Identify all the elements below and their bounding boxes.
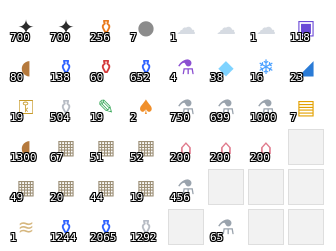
item-quantity: 19 bbox=[130, 191, 144, 204]
item-quantity: 1 bbox=[10, 231, 17, 244]
inventory-slot[interactable]: ⚱ 256 bbox=[88, 9, 124, 45]
item-quantity: 1244 bbox=[50, 231, 77, 244]
item-quantity: 44 bbox=[90, 191, 104, 204]
inventory-slot[interactable]: ● 7 bbox=[128, 9, 164, 45]
inventory-slot[interactable]: ⚱ 1292 bbox=[128, 209, 164, 245]
inventory-slot[interactable]: ⚗ 699 bbox=[208, 89, 244, 125]
item-quantity: 20 bbox=[50, 191, 64, 204]
item-quantity: 118 bbox=[290, 31, 310, 44]
item-quantity: 19 bbox=[90, 111, 104, 124]
item-quantity: 1000 bbox=[250, 111, 277, 124]
item-quantity: 200 bbox=[210, 151, 230, 164]
inventory-slot[interactable]: ⚗ 65 bbox=[208, 209, 244, 245]
inventory-slot[interactable]: ◖ 80 bbox=[8, 49, 44, 85]
item-quantity: 200 bbox=[170, 151, 190, 164]
inventory-slot[interactable]: ⚱ 60 bbox=[88, 49, 124, 85]
item-quantity: 19 bbox=[10, 111, 24, 124]
cloud-icon: ☁ bbox=[216, 15, 236, 39]
item-quantity: 49 bbox=[10, 191, 24, 204]
item-quantity: 1 bbox=[250, 31, 257, 44]
item-quantity: 750 bbox=[170, 111, 190, 124]
inventory-slot[interactable]: ▦ 51 bbox=[88, 129, 124, 165]
inventory-slot[interactable]: ✦ 700 bbox=[8, 9, 44, 45]
inventory-slot[interactable]: ⚱ 652 bbox=[128, 49, 164, 85]
inventory-slot[interactable]: ⚱ 138 bbox=[48, 49, 84, 85]
item-quantity: 699 bbox=[210, 111, 230, 124]
inventory-slot[interactable]: ▦ 52 bbox=[128, 129, 164, 165]
item-quantity: 7 bbox=[130, 31, 137, 44]
item-quantity: 52 bbox=[130, 151, 144, 164]
inventory-slot[interactable]: ✦ 700 bbox=[48, 9, 84, 45]
item-quantity: 4 bbox=[170, 71, 177, 84]
inventory-slot[interactable]: ⌂ 200 bbox=[248, 129, 284, 165]
inventory-slot[interactable]: ▤ 7 bbox=[288, 89, 324, 125]
item-quantity: 16 bbox=[250, 71, 264, 84]
inventory-slot[interactable]: ▣ 118 bbox=[288, 9, 324, 45]
inventory-slot[interactable]: ▦ 20 bbox=[48, 169, 84, 205]
inventory-slot[interactable]: ▦ 19 bbox=[128, 169, 164, 205]
inventory-grid: ✦ 700 ✦ 700 ⚱ 256 ● 7 ☁ 1 ☁ ☁ 1 ▣ 118 ◖ 80 ⚱ 138 ⚱ 60 ⚱ 652 ⚗ 4 ◆… bbox=[8, 9, 324, 245]
inventory-slot[interactable]: ◆ 38 bbox=[208, 49, 244, 85]
item-quantity: 60 bbox=[90, 71, 104, 84]
inventory-panel: ✦ 700 ✦ 700 ⚱ 256 ● 7 ☁ 1 ☁ ☁ 1 ▣ 118 ◖ 80 ⚱ 138 ⚱ 60 ⚱ 652 ⚗ 4 ◆… bbox=[0, 0, 336, 251]
inventory-slot[interactable]: ⚱ 2065 bbox=[88, 209, 124, 245]
item-quantity: 700 bbox=[50, 31, 70, 44]
item-quantity: 38 bbox=[210, 71, 224, 84]
item-quantity: 23 bbox=[290, 71, 304, 84]
inventory-slot[interactable] bbox=[288, 209, 324, 245]
inventory-slot[interactable]: ▦ 67 bbox=[48, 129, 84, 165]
inventory-slot[interactable]: ☁ bbox=[208, 9, 244, 45]
item-quantity: 504 bbox=[50, 111, 70, 124]
item-quantity: 456 bbox=[170, 191, 190, 204]
item-quantity: 67 bbox=[50, 151, 64, 164]
item-quantity: 138 bbox=[50, 71, 70, 84]
item-quantity: 200 bbox=[250, 151, 270, 164]
inventory-slot[interactable]: ⌂ 200 bbox=[208, 129, 244, 165]
inventory-slot[interactable]: ⚱ 1244 bbox=[48, 209, 84, 245]
item-quantity: 1300 bbox=[10, 151, 37, 164]
inventory-slot[interactable] bbox=[208, 169, 244, 205]
item-quantity: 51 bbox=[90, 151, 104, 164]
inventory-slot[interactable]: ◖ 1300 bbox=[8, 129, 44, 165]
inventory-slot[interactable] bbox=[288, 169, 324, 205]
item-quantity: 700 bbox=[10, 31, 30, 44]
inventory-slot[interactable]: ▦ 44 bbox=[88, 169, 124, 205]
item-quantity: 1 bbox=[170, 31, 177, 44]
inventory-slot[interactable]: ⌂ 200 bbox=[168, 129, 204, 165]
inventory-slot[interactable]: ✎ 19 bbox=[88, 89, 124, 125]
inventory-slot[interactable] bbox=[248, 169, 284, 205]
item-quantity: 256 bbox=[90, 31, 110, 44]
inventory-slot[interactable]: ☁ 1 bbox=[168, 9, 204, 45]
inventory-slot[interactable]: ⚗ 750 bbox=[168, 89, 204, 125]
item-quantity: 2065 bbox=[90, 231, 117, 244]
inventory-slot[interactable] bbox=[288, 129, 324, 165]
item-quantity: 1292 bbox=[130, 231, 157, 244]
inventory-slot[interactable] bbox=[168, 209, 204, 245]
inventory-slot[interactable]: ❄ 16 bbox=[248, 49, 284, 85]
inventory-slot[interactable]: ♠ 2 bbox=[128, 89, 164, 125]
inventory-slot[interactable]: ☁ 1 bbox=[248, 9, 284, 45]
inventory-slot[interactable] bbox=[248, 209, 284, 245]
item-quantity: 7 bbox=[290, 111, 297, 124]
item-quantity: 2 bbox=[130, 111, 137, 124]
inventory-slot[interactable]: ≋ 1 bbox=[8, 209, 44, 245]
inventory-slot[interactable]: ⚱ 504 bbox=[48, 89, 84, 125]
inventory-slot[interactable]: ◢ 23 bbox=[288, 49, 324, 85]
inventory-slot[interactable]: ⚗ 4 bbox=[168, 49, 204, 85]
item-quantity: 652 bbox=[130, 71, 150, 84]
inventory-slot[interactable]: ⚗ 456 bbox=[168, 169, 204, 205]
inventory-slot[interactable]: ⚗ 1000 bbox=[248, 89, 284, 125]
item-quantity: 65 bbox=[210, 231, 224, 244]
inventory-slot[interactable]: ⚿ 19 bbox=[8, 89, 44, 125]
item-quantity: 80 bbox=[10, 71, 24, 84]
inventory-slot[interactable]: ▦ 49 bbox=[8, 169, 44, 205]
